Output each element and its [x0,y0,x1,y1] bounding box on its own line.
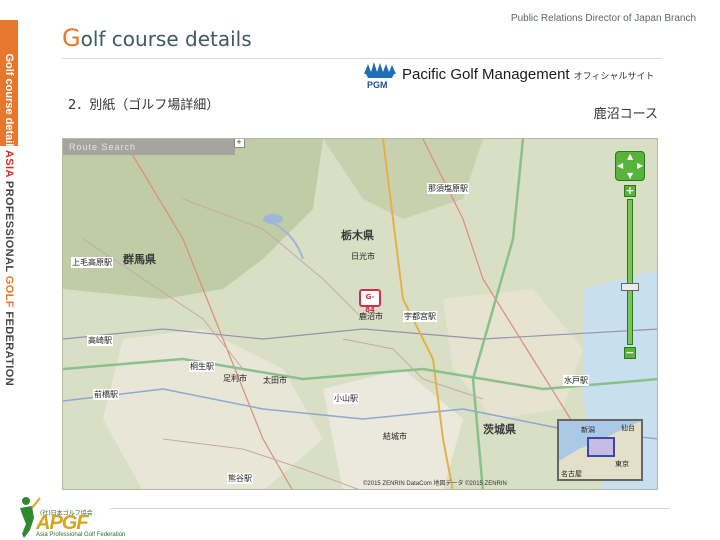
side-tab: Golf course details [0,20,18,153]
zoom-slider[interactable] [627,199,633,345]
zoom-slider-thumb[interactable] [621,283,639,291]
inset-label: 東京 [615,460,629,468]
zoom-control[interactable]: ▲ ▼ ◀ ▶ + − [615,151,645,361]
map-view[interactable]: Route Search + 栃木県 群馬県 茨城県 宇都宮駅 那須塩原駅 上毛… [62,138,658,490]
route-search-toggle[interactable]: + [234,139,245,148]
pgm-logo-text: PGM [367,80,388,90]
inset-label: 名古屋 [561,470,582,478]
map-label-station: 高崎駅 [87,335,113,346]
map-label-station: 桐生駅 [189,361,215,372]
map-label-city: 太田市 [263,376,287,385]
zoom-in-button[interactable]: + [624,185,636,197]
inset-viewport[interactable] [587,437,615,457]
map-label-prefecture: 群馬県 [123,253,156,266]
map-label-station: 小山駅 [333,393,359,404]
route-search-bar[interactable]: Route Search + [63,139,245,155]
pgm-logo[interactable]: PGM [362,60,398,92]
course-name: 鹿沼コース [593,107,658,122]
inset-label: 新潟 [581,426,595,434]
map-label-station: 宇都宮駅 [403,311,437,322]
map-label-city: 結城市 [383,432,407,441]
map-label-city: 日光市 [351,252,375,261]
map-label-city: 足利市 [223,374,247,383]
map-label-prefecture: 茨城県 [483,423,516,436]
inset-label: 仙台 [621,424,635,432]
map-label-prefecture: 栃木県 [341,229,374,242]
header-divider [62,58,662,59]
golf-course-marker[interactable]: G-84 [359,289,381,314]
map-copyright: ©2015 ZENRIN DataCom 地図データ ©2015 ZENRIN [363,481,507,487]
footer-divider [110,508,670,509]
side-tab-label: Golf course details [3,53,15,153]
pan-control[interactable]: ▲ ▼ ◀ ▶ [615,151,645,181]
subtitle: 2．別紙（ゴルフ場詳細） [68,98,220,113]
page-title: Golf course details [62,24,252,52]
apgf-full-name: Asia Professional Golf Federation [36,532,126,538]
map-label-station: 上毛高原駅 [71,257,113,268]
brand-name[interactable]: Pacific Golf Management オフィシャルサイト [402,66,654,83]
zoom-out-button[interactable]: − [624,347,636,359]
side-band: Golf course details ASIA PROFESSIONAL GO… [0,0,18,540]
header-right-text: Public Relations Director of Japan Branc… [510,13,696,24]
map-label-station: 熊谷駅 [227,473,253,484]
overview-inset-map[interactable]: 新潟 東京 名古屋 仙台 [557,419,643,481]
map-label-station: 前橋駅 [93,389,119,400]
federation-vertical-label: ASIA PROFESSIONAL GOLF FEDERATION [3,149,15,387]
map-label-station: 水戸駅 [563,375,589,386]
map-label-station: 那須塩原駅 [427,183,469,194]
